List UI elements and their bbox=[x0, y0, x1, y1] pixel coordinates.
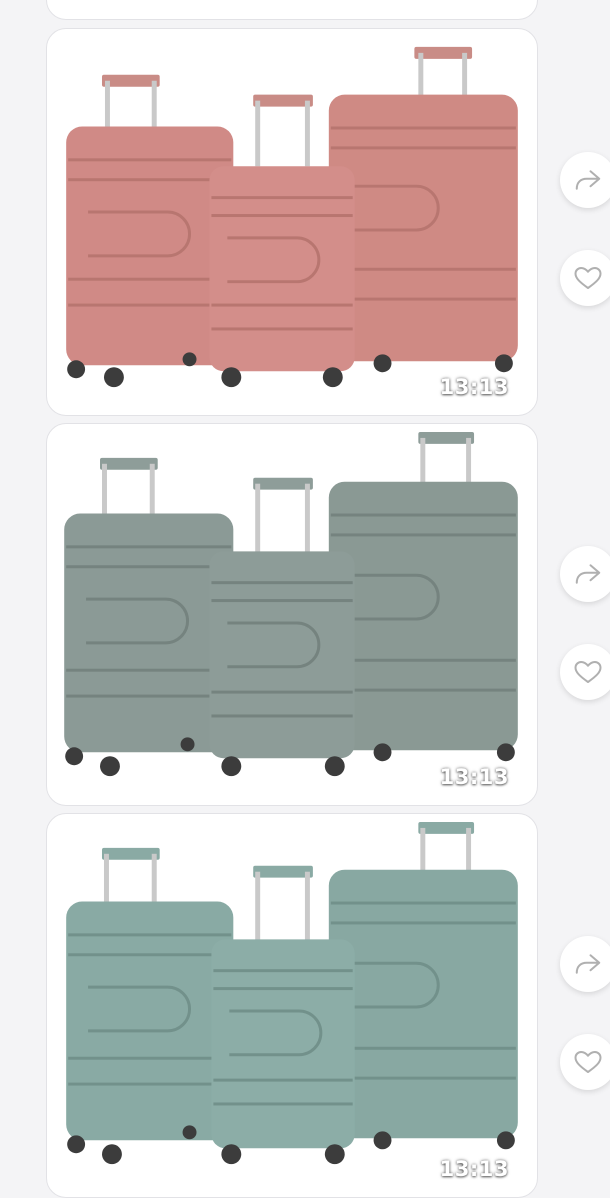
luggage-set-photo-teal bbox=[66, 821, 518, 1165]
image-feed: 13:13 13:13 13:13 bbox=[0, 0, 610, 1198]
video-timestamp: 13:13 bbox=[439, 1157, 509, 1181]
share-button[interactable] bbox=[560, 546, 610, 602]
post-image-card-rose[interactable]: 13:13 bbox=[46, 28, 538, 416]
post-image-card-partial[interactable] bbox=[46, 0, 538, 20]
luggage-set-photo-rose bbox=[66, 46, 518, 388]
like-button[interactable] bbox=[560, 250, 610, 306]
heart-outline-icon bbox=[574, 1051, 602, 1073]
like-button[interactable] bbox=[560, 644, 610, 700]
share-button[interactable] bbox=[560, 152, 610, 208]
video-timestamp: 13:13 bbox=[439, 375, 509, 399]
post-image-card-teal[interactable]: 13:13 bbox=[46, 813, 538, 1198]
share-button[interactable] bbox=[560, 936, 610, 992]
heart-outline-icon bbox=[574, 661, 602, 683]
share-arrow-icon bbox=[575, 564, 601, 584]
share-arrow-icon bbox=[575, 170, 601, 190]
video-timestamp: 13:13 bbox=[439, 765, 509, 789]
heart-outline-icon bbox=[574, 267, 602, 289]
luggage-set-photo-gray bbox=[64, 431, 518, 777]
post-image-card-gray[interactable]: 13:13 bbox=[46, 423, 538, 806]
share-arrow-icon bbox=[575, 954, 601, 974]
like-button[interactable] bbox=[560, 1034, 610, 1090]
